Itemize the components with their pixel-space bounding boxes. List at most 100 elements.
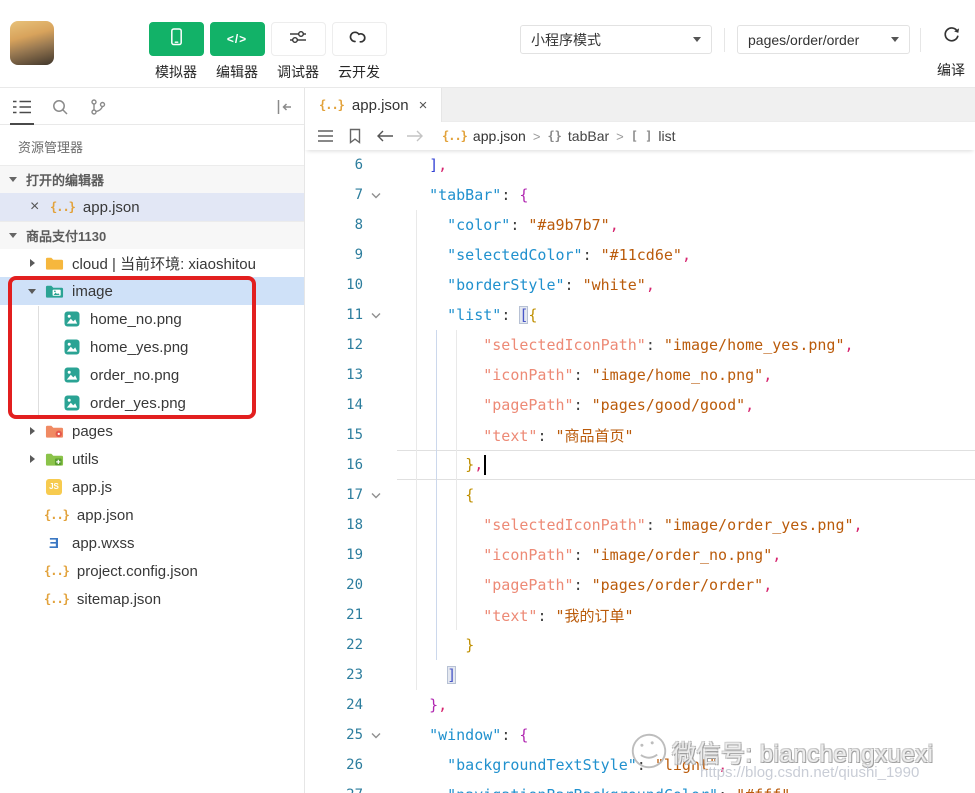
forward-arrow-icon[interactable] — [406, 130, 424, 142]
code-line-14: 14 "pagePath": "pages/good/good", — [305, 390, 975, 420]
code-line-content[interactable]: { — [397, 480, 975, 510]
code-line-content[interactable]: } — [397, 630, 975, 660]
tree-item-app.wxss[interactable]: Ǝapp.wxss — [0, 529, 304, 557]
toolbar-divider — [724, 28, 725, 52]
chevron-down-icon — [9, 177, 17, 182]
cloud-dev-button[interactable] — [331, 22, 387, 56]
line-number: 21 — [346, 607, 363, 623]
indent-guide-active — [436, 330, 437, 660]
debugger-button[interactable] — [270, 22, 326, 56]
breadcrumb-node-list[interactable]: list — [658, 128, 675, 144]
line-number: 7 — [354, 187, 363, 203]
line-number: 22 — [346, 637, 363, 653]
outline-icon[interactable] — [317, 129, 334, 143]
breadcrumb-file[interactable]: app.json — [473, 128, 526, 144]
compile-button[interactable] — [927, 22, 975, 54]
open-editor-item-appjson[interactable]: × {..} app.json — [0, 193, 304, 221]
code-line-content[interactable]: "window": { — [397, 720, 975, 750]
close-tab-icon[interactable]: × — [419, 97, 428, 114]
indent-guide — [456, 330, 457, 630]
tree-item-order_no.png[interactable]: order_no.png — [0, 361, 304, 389]
code-line-content[interactable]: "iconPath": "image/home_no.png", — [397, 360, 975, 390]
tree-item-label: project.config.json — [76, 562, 198, 580]
editor-button[interactable]: </> — [209, 22, 265, 56]
code-line-content[interactable]: "color": "#a9b7b7", — [397, 210, 975, 240]
tree-item-label: app.wxss — [72, 534, 135, 552]
git-branch-icon[interactable] — [86, 96, 110, 118]
bookmark-icon[interactable] — [348, 128, 362, 144]
simulator-button[interactable] — [148, 22, 204, 56]
debugger-toggle[interactable]: 调试器 — [270, 22, 326, 82]
code-line-content[interactable]: "borderStyle": "white", — [397, 270, 975, 300]
tree-item-project.config.json[interactable]: {..} project.config.json — [0, 557, 304, 585]
simulator-toggle[interactable]: 模拟器 — [148, 22, 204, 82]
json-file-icon: {..} — [50, 200, 76, 214]
line-number: 9 — [354, 247, 363, 263]
chevron-down-icon[interactable] — [26, 288, 38, 294]
tree-item-pages[interactable]: pages — [0, 417, 304, 445]
code-line-content[interactable]: "pagePath": "pages/good/good", — [397, 390, 975, 420]
cloud-dev-toggle[interactable]: 云开发 — [331, 22, 387, 82]
chevron-right-icon[interactable] — [26, 455, 38, 463]
tree-item-app.json[interactable]: {..} app.json — [0, 501, 304, 529]
user-avatar[interactable] — [10, 21, 54, 65]
code-line-content[interactable]: "pagePath": "pages/order/order", — [397, 570, 975, 600]
wxss-icon: Ǝ — [48, 534, 59, 552]
code-line-content[interactable]: "iconPath": "image/order_no.png", — [397, 540, 975, 570]
explorer-icon[interactable] — [10, 96, 34, 125]
code-line-content[interactable]: "navigationBarBackgroundColor": "#fff" — [397, 780, 975, 793]
code-line-content[interactable]: "text": "我的订单" — [397, 600, 975, 630]
code-line-content[interactable]: "selectedColor": "#11cd6e", — [397, 240, 975, 270]
code-line-content[interactable]: ] — [397, 660, 975, 690]
code-line-content[interactable]: "text": "商品首页" — [397, 420, 975, 450]
code-line-content[interactable]: "list": [{ — [397, 300, 975, 330]
code-line-content[interactable]: }, — [397, 690, 975, 720]
open-editors-header[interactable]: 打开的编辑器 — [0, 165, 304, 193]
code-line-content[interactable]: "selectedIconPath": "image/order_yes.png… — [397, 510, 975, 540]
chevron-right-icon[interactable] — [26, 427, 38, 435]
close-icon[interactable]: × — [30, 198, 44, 216]
png-icon — [62, 339, 82, 355]
fold-chevron-icon[interactable] — [363, 312, 389, 319]
chevron-right-icon[interactable] — [26, 259, 38, 267]
tree-item-sitemap.json[interactable]: {..} sitemap.json — [0, 585, 304, 613]
compile-control[interactable]: 编译 — [926, 22, 975, 80]
sidebar-icon-bar — [0, 88, 304, 125]
code-line-content[interactable]: "selectedIconPath": "image/home_yes.png"… — [397, 330, 975, 360]
tree-item-order_yes.png[interactable]: order_yes.png — [0, 389, 304, 417]
code-line-content[interactable]: "backgroundTextStyle": "light", — [397, 750, 975, 780]
project-header[interactable]: 商品支付1130 — [0, 221, 304, 249]
page-select[interactable]: pages/order/order — [737, 25, 910, 54]
code-line-content[interactable]: }, — [397, 450, 975, 480]
chevron-down-icon — [693, 37, 701, 42]
editor-toggle[interactable]: </> 编辑器 — [209, 22, 265, 82]
code-line-27: 27 "navigationBarBackgroundColor": "#fff… — [305, 780, 975, 793]
breadcrumb-node-tabbar[interactable]: tabBar — [568, 128, 609, 144]
tree-item-app.js[interactable]: JS app.js — [0, 473, 304, 501]
tree-item-home_no.png[interactable]: home_no.png — [0, 305, 304, 333]
mode-select[interactable]: 小程序模式 — [520, 25, 712, 54]
line-number: 23 — [346, 667, 363, 683]
code-line-content[interactable]: ], — [397, 150, 975, 180]
tree-item-image[interactable]: image — [0, 277, 304, 305]
toolbar-divider — [920, 28, 921, 52]
tree-item-cloud-xiaoshitou[interactable]: cloud | 当前环境: xiaoshitou — [0, 249, 304, 277]
sidebar-rows: 打开的编辑器 × {..} app.json 商品支付1130 cloud | … — [0, 165, 304, 613]
collapse-panel-icon[interactable] — [272, 96, 296, 118]
tree-item-home_yes.png[interactable]: home_yes.png — [0, 333, 304, 361]
json-icon: {..} — [44, 564, 70, 578]
line-number: 20 — [346, 577, 363, 593]
fold-chevron-icon[interactable] — [363, 732, 389, 739]
line-number: 14 — [346, 397, 363, 413]
search-icon[interactable] — [48, 96, 72, 118]
tree-item-utils[interactable]: utils — [0, 445, 304, 473]
tune-icon — [288, 29, 308, 50]
back-arrow-icon[interactable] — [376, 130, 394, 142]
fold-chevron-icon[interactable] — [363, 492, 389, 499]
code-editor[interactable]: 6 ], 7 "tabBar": {8 "color": "#a9b7b7", 9 … — [305, 150, 975, 793]
code-line-content[interactable]: "tabBar": { — [397, 180, 975, 210]
fold-chevron-icon[interactable] — [363, 192, 389, 199]
line-number: 17 — [346, 487, 363, 503]
breadcrumb-separator: > — [532, 128, 541, 144]
tab-appjson[interactable]: {..} app.json × — [305, 88, 443, 122]
